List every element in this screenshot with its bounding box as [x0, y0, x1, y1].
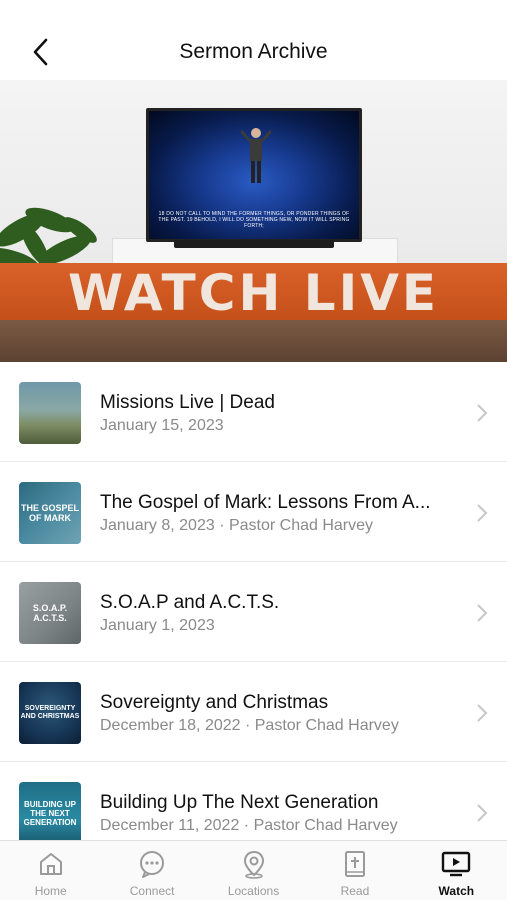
sermon-title: Missions Live | Dead	[100, 392, 275, 413]
page-title: Sermon Archive	[179, 40, 328, 63]
chevron-right-icon	[477, 804, 488, 822]
tab-label: Home	[34, 884, 67, 898]
chevron-right-icon	[477, 704, 488, 722]
sermon-subtitle: January 15, 2023	[100, 417, 224, 434]
sermon-thumbnail: S.O.A.P. A.C.T.S.	[19, 582, 81, 644]
tv-stand	[174, 240, 334, 248]
watch-live-label: WATCH LIVE	[67, 264, 440, 322]
sermon-list-item[interactable]: S.O.A.P. A.C.T.S. S.O.A.P and A.C.T.S. J…	[0, 562, 507, 662]
sermon-subtitle: January 1, 2023	[100, 617, 215, 634]
tab-label: Locations	[227, 884, 280, 898]
tab-label: Read	[340, 884, 370, 898]
sermon-title: Building Up The Next Generation	[100, 792, 379, 813]
bottom-tab-bar: Home Connect Locations Read Watch	[0, 840, 507, 900]
tab-label: Watch	[438, 884, 475, 898]
sermon-subtitle: December 18, 2022 · Pastor Chad Harvey	[100, 717, 399, 734]
sermon-thumbnail: THE GOSPEL OF MARK	[19, 482, 81, 544]
tab-home[interactable]: Home	[0, 841, 101, 900]
tab-label: Connect	[129, 884, 175, 898]
tab-locations[interactable]: Locations	[203, 841, 304, 900]
floor	[0, 320, 507, 362]
sermon-subtitle: December 11, 2022 · Pastor Chad Harvey	[100, 817, 398, 834]
bible-icon	[344, 851, 365, 877]
sermon-list-item[interactable]: SOVEREIGNTY AND CHRISTMAS Sovereignty an…	[0, 662, 507, 762]
nav-header: Sermon Archive	[0, 0, 507, 80]
sermon-list-item[interactable]: BUILDING UP THE NEXT GENERATION Building…	[0, 762, 507, 840]
sermon-title: S.O.A.P and A.C.T.S.	[100, 592, 280, 613]
watch-live-strip: WATCH LIVE	[0, 263, 507, 323]
sermon-subtitle: January 8, 2023 · Pastor Chad Harvey	[100, 517, 374, 534]
sermon-thumbnail: SOVEREIGNTY AND CHRISTMAS	[19, 682, 81, 744]
sermon-list: Missions Live | Dead January 15, 2023 TH…	[0, 362, 507, 840]
tab-read[interactable]: Read	[304, 841, 405, 900]
watch-live-banner[interactable]: 18 DO NOT CALL TO MIND THE FORMER THINGS…	[0, 80, 507, 362]
chevron-right-icon	[477, 604, 488, 622]
chat-icon	[140, 851, 165, 878]
home-icon	[39, 853, 62, 875]
tab-connect[interactable]: Connect	[101, 841, 202, 900]
chevron-right-icon	[477, 404, 488, 422]
tab-watch[interactable]: Watch	[406, 841, 507, 900]
sermon-thumbnail: BUILDING UP THE NEXT GENERATION	[19, 782, 81, 840]
chevron-right-icon	[477, 504, 488, 522]
sermon-thumbnail	[19, 382, 81, 444]
sermon-title: The Gospel of Mark: Lessons From A...	[100, 492, 431, 513]
tv-play-icon	[442, 851, 471, 877]
sermon-title: Sovereignty and Christmas	[100, 692, 329, 713]
tv-screen: 18 DO NOT CALL TO MIND THE FORMER THINGS…	[146, 108, 362, 242]
preacher-figure	[241, 128, 271, 183]
sermon-list-item[interactable]: THE GOSPEL OF MARK The Gospel of Mark: L…	[0, 462, 507, 562]
sermon-list-item[interactable]: Missions Live | Dead January 15, 2023	[0, 362, 507, 462]
location-pin-icon	[243, 850, 264, 879]
tv-caption: 18 DO NOT CALL TO MIND THE FORMER THINGS…	[158, 211, 350, 229]
